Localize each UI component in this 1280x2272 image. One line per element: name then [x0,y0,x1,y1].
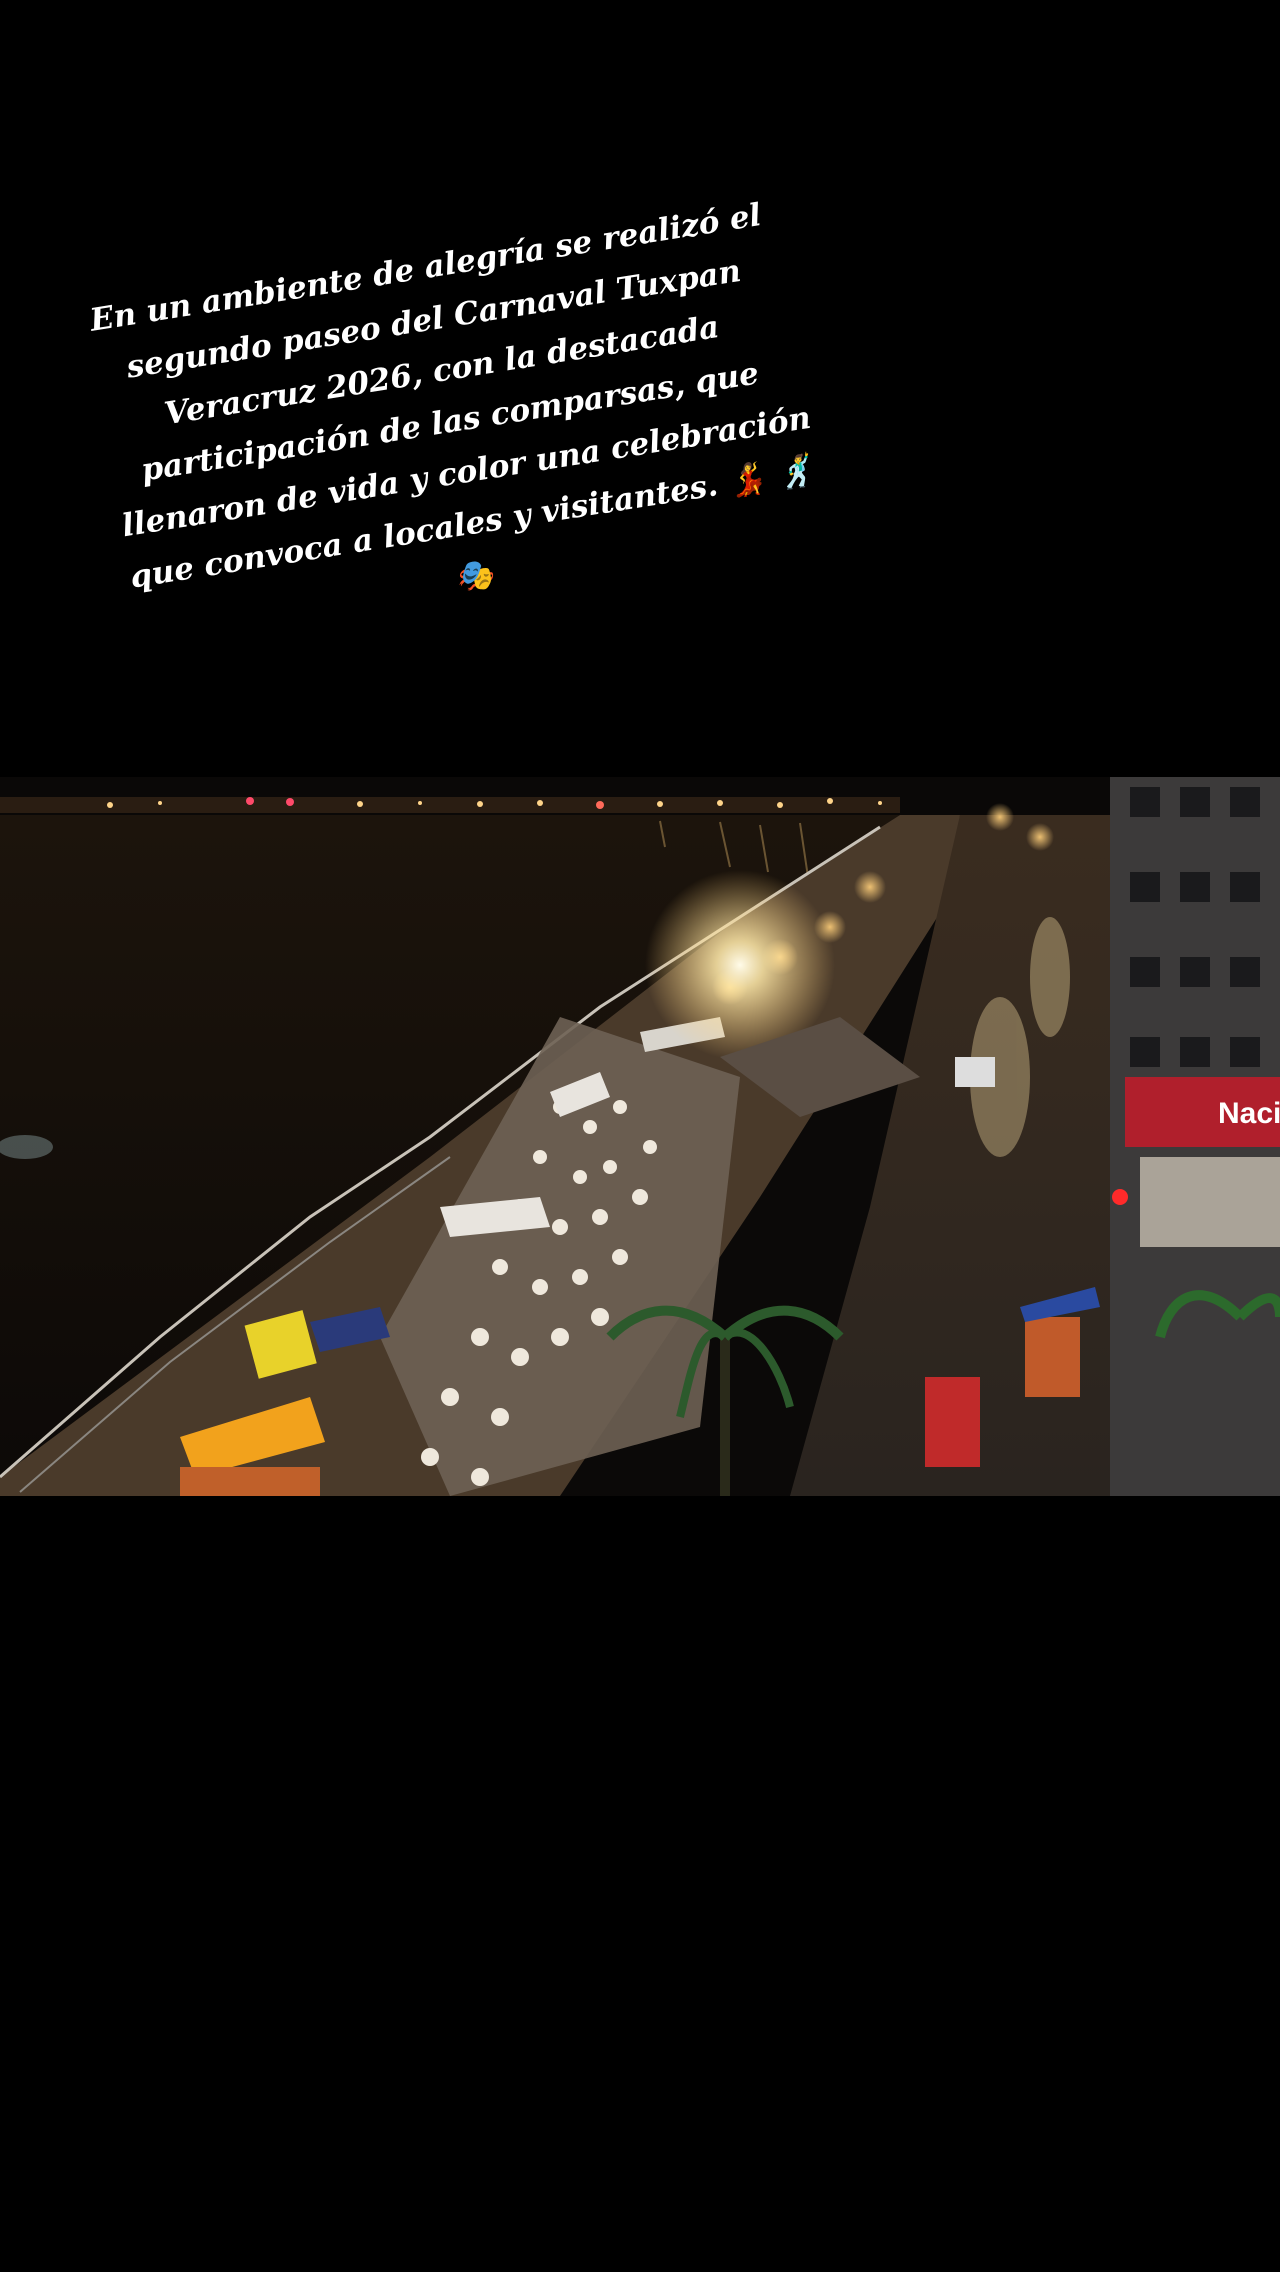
store-sign-text: Naci [1218,1097,1280,1130]
white-car [955,1057,995,1087]
video-caption: En un ambiente de alegría se realizó el … [86,189,817,655]
aerial-night-scene [0,777,1280,1496]
traffic-light [1112,1189,1128,1205]
far-shore [0,797,900,813]
carnival-aerial-photo: Naci [0,777,1280,1496]
